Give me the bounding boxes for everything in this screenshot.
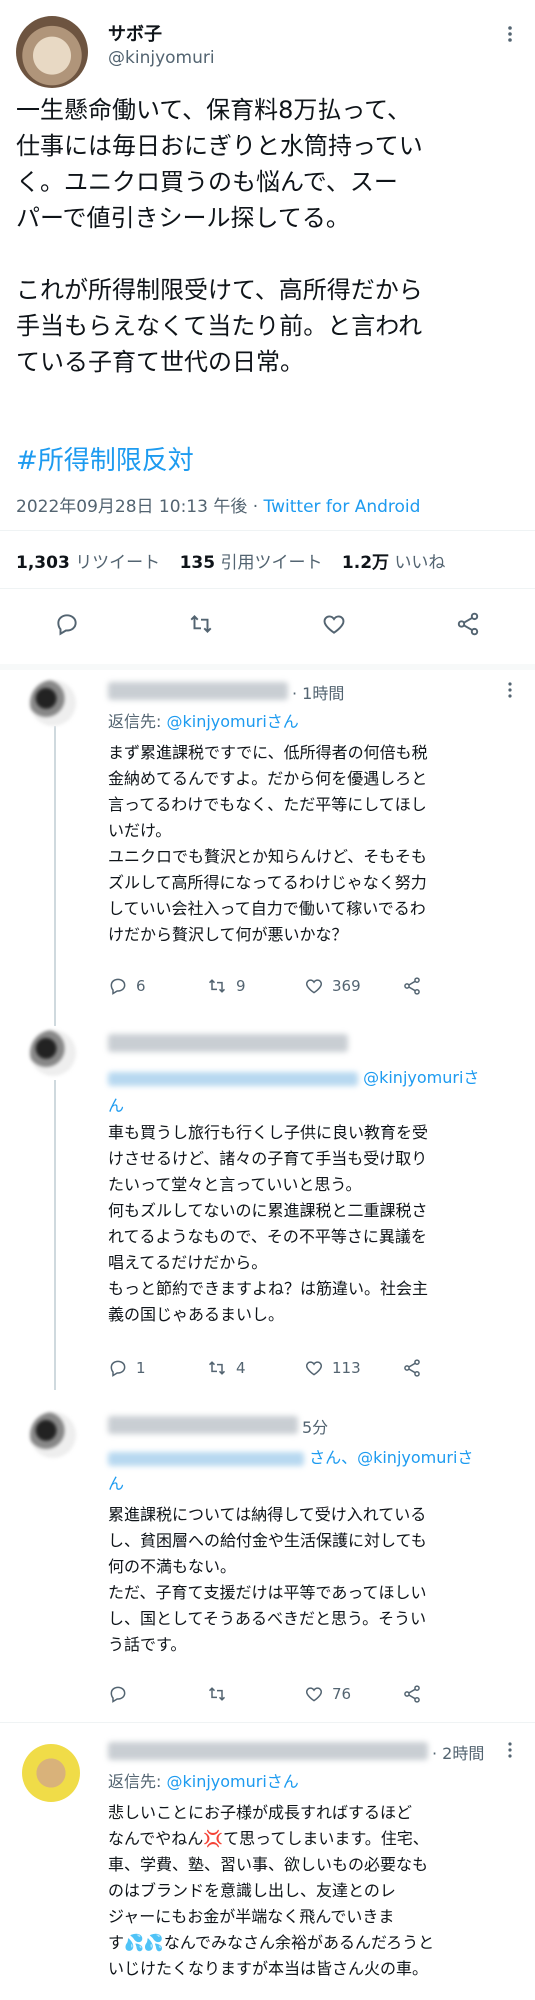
retweet-button[interactable]: [206, 1684, 304, 1704]
tweet-actions: [0, 604, 535, 644]
redacted-handles: [108, 1071, 358, 1086]
client-link[interactable]: Twitter for Android: [264, 497, 421, 517]
like-label[interactable]: いいね: [394, 553, 445, 573]
retweet-count[interactable]: 1,303: [16, 553, 70, 573]
meta-separator: ·: [247, 497, 264, 517]
share-button[interactable]: [402, 976, 500, 996]
share-button[interactable]: [402, 1358, 500, 1378]
like-button[interactable]: 76: [304, 1684, 402, 1704]
reply-text: 車も買うし旅行も行くし子供に良い教育を受 けさせるけど、諸々の子育て手当も受け取…: [108, 1123, 429, 1324]
reply-to-line: さん、@kinjyomuriさ: [108, 1444, 473, 1468]
redacted-name: [108, 1416, 298, 1434]
retweet-button[interactable]: 9: [206, 976, 304, 996]
reply-button[interactable]: 6: [108, 976, 206, 996]
like-count: 113: [332, 1359, 361, 1377]
divider: [0, 588, 535, 589]
reply-count: 1: [136, 1359, 146, 1377]
share-icon[interactable]: [448, 604, 488, 644]
reply-text: 累進課税については納得して受け入れている し、貧困層への給付金や生活保護に対して…: [108, 1505, 427, 1654]
redacted-name: [108, 682, 288, 700]
reply-to-line: 返信先: @kinjyomuriさん: [108, 708, 299, 732]
quote-count[interactable]: 135: [180, 553, 216, 573]
thread-line: [54, 726, 56, 1026]
redacted-name: [108, 1742, 428, 1760]
more-options-icon[interactable]: [500, 24, 520, 44]
reply-to-line: @kinjyomuriさ: [108, 1064, 479, 1088]
reply-time[interactable]: · 1時間: [292, 680, 344, 704]
like-count: 76: [332, 1685, 352, 1703]
reply-time[interactable]: · 2時間: [432, 1740, 484, 1764]
more-options-icon[interactable]: [503, 680, 517, 700]
like-icon[interactable]: [314, 604, 354, 644]
author-handle[interactable]: @kinjyomuri: [108, 48, 215, 68]
reply-time[interactable]: 5分: [302, 1414, 328, 1438]
retweet-count: 9: [236, 977, 246, 995]
like-count[interactable]: 1.2万: [342, 553, 389, 573]
reply-to-line: 返信先: @kinjyomuriさん: [108, 1768, 299, 1792]
reply-to-handle-cont[interactable]: ん: [108, 1092, 124, 1116]
retweet-label[interactable]: リツイート: [75, 553, 160, 573]
reply-to-handle[interactable]: さん、@kinjyomuriさ: [309, 1448, 473, 1467]
reply-button[interactable]: 1: [108, 1358, 206, 1378]
more-options-icon[interactable]: [503, 1740, 517, 1760]
tweet-text: 一生懸命働いて、保育料8万払って、 仕事には毎日おにぎりと水筒持ってい く。ユニ…: [16, 96, 423, 376]
reply-text: 悲しいことにお子様が成長すればするほど なんでやねん💢て思ってしまいます。住宅、…: [108, 1803, 435, 1978]
reply-button[interactable]: [108, 1684, 206, 1704]
reply-to-prefix: 返信先:: [108, 712, 167, 731]
like-count: 369: [332, 977, 361, 995]
share-button[interactable]: [402, 1684, 500, 1704]
reply-to-handle-cont[interactable]: ん: [108, 1470, 124, 1494]
reply-actions: 76: [108, 1684, 500, 1704]
reply-avatar[interactable]: [30, 1412, 76, 1458]
author-name[interactable]: サボ子: [108, 20, 162, 46]
retweet-count: 4: [236, 1359, 246, 1377]
reply-icon[interactable]: [47, 604, 87, 644]
reply-avatar[interactable]: [30, 680, 76, 726]
reply-to-handle[interactable]: @kinjyomuriさ: [363, 1068, 479, 1087]
reply-avatar[interactable]: [22, 1744, 80, 1802]
like-button[interactable]: 369: [304, 976, 402, 996]
reply-actions: 6 9 369: [108, 976, 500, 996]
reply-to-handle[interactable]: @kinjyomuriさん: [166, 1772, 298, 1791]
section-separator: [0, 664, 535, 670]
reply-avatar[interactable]: [30, 1030, 76, 1076]
like-button[interactable]: 113: [304, 1358, 402, 1378]
reply-count: 6: [136, 977, 146, 995]
reply-to-prefix: 返信先:: [108, 1772, 167, 1791]
divider: [0, 530, 535, 531]
timestamp[interactable]: 2022年09月28日 10:13 午後: [16, 497, 247, 517]
reply-to-handle[interactable]: @kinjyomuriさん: [166, 712, 298, 731]
divider: [0, 1722, 535, 1723]
share-icon: [404, 977, 420, 995]
avatar[interactable]: [16, 16, 88, 88]
reply-text: まず累進課税ですでに、低所得者の何倍も税 金納めてるんですよ。だから何を優遇しろ…: [108, 743, 428, 944]
quote-label[interactable]: 引用ツイート: [221, 553, 323, 573]
tweet-stats: 1,303 リツイート 135 引用ツイート 1.2万 いいね: [16, 548, 459, 573]
tweet-meta: 2022年09月28日 10:13 午後 · Twitter for Andro…: [16, 492, 420, 517]
redacted-handles: [108, 1451, 304, 1466]
redacted-name: [108, 1034, 348, 1052]
reply-actions: 1 4 113: [108, 1358, 500, 1378]
hashtag-link[interactable]: #所得制限反対: [16, 440, 194, 477]
thread-line: [54, 1080, 56, 1390]
retweet-button[interactable]: 4: [206, 1358, 304, 1378]
retweet-icon[interactable]: [181, 604, 221, 644]
